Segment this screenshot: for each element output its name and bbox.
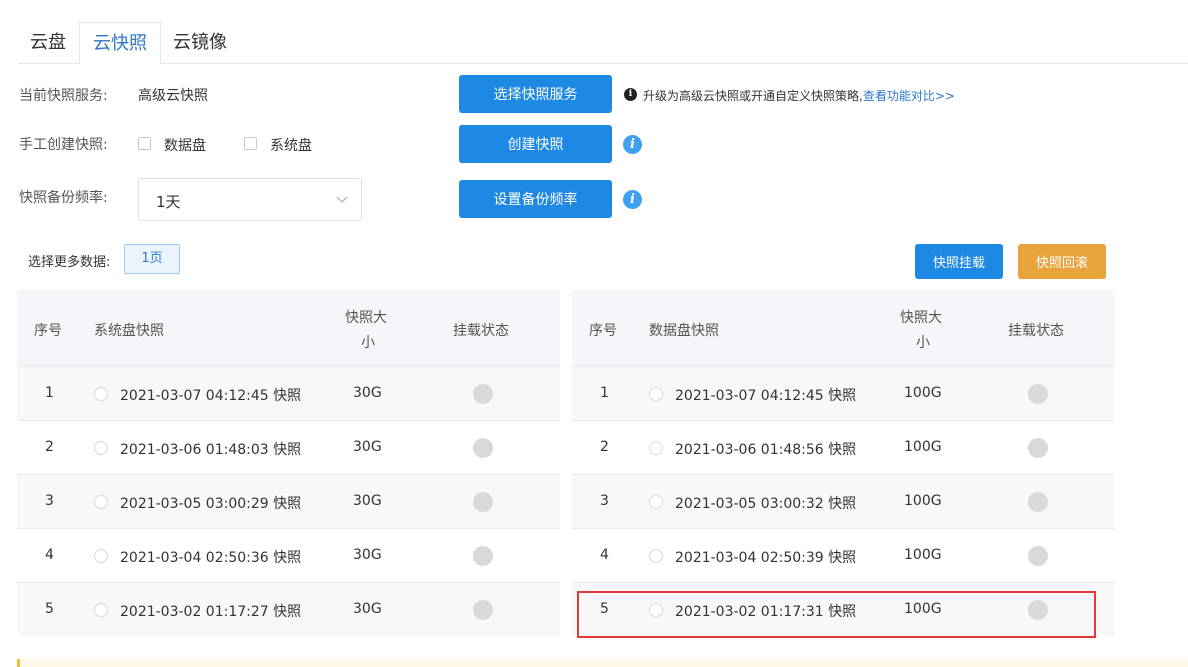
table-row[interactable]: 5 2021-03-02 01:17:27 快照 30G	[17, 582, 560, 636]
backup-frequency-select[interactable]: 1天	[138, 178, 362, 221]
snapshot-size: 30G	[353, 493, 382, 509]
create-snapshot-button[interactable]: 创建快照	[459, 125, 612, 163]
mount-status-indicator	[473, 384, 493, 404]
table-header: 序号 系统盘快照 快照大 小 挂载状态	[17, 290, 560, 366]
row-radio[interactable]	[649, 495, 663, 509]
highlighted-row-outline	[577, 591, 1096, 638]
tab-cloud-snapshot[interactable]: 云快照	[79, 22, 161, 64]
table-row[interactable]: 1 2021-03-07 04:12:45 快照 30G	[17, 366, 560, 420]
snapshot-size: 100G	[904, 385, 942, 401]
snapshot-name: 2021-03-06 01:48:56 快照	[675, 442, 857, 458]
row-index: 4	[45, 547, 54, 563]
snapshot-name: 2021-03-05 03:00:32 快照	[675, 496, 857, 512]
backup-frequency-value: 1天	[156, 193, 181, 211]
snapshot-size: 30G	[353, 385, 382, 401]
col-name-header: 数据盘快照	[649, 323, 719, 339]
info-icon[interactable]: i	[623, 190, 642, 209]
table-row[interactable]: 3 2021-03-05 03:00:29 快照 30G	[17, 474, 560, 528]
col-index-header: 序号	[589, 323, 617, 339]
row-index: 5	[45, 601, 54, 617]
set-backup-frequency-button[interactable]: 设置备份频率	[459, 180, 612, 218]
row-index: 2	[600, 439, 609, 455]
system-disk-option-label: 系统盘	[270, 138, 312, 154]
system-disk-snapshot-table: 序号 系统盘快照 快照大 小 挂载状态 1 2021-03-07 04:12:4…	[17, 290, 560, 637]
row-radio[interactable]	[94, 549, 108, 563]
tab-divider	[18, 63, 1188, 64]
table-row[interactable]: 1 2021-03-07 04:12:45 快照 100G	[572, 366, 1115, 420]
manual-create-label: 手工创建快照:	[19, 137, 108, 153]
snapshot-name: 2021-03-07 04:12:45 快照	[675, 388, 857, 404]
mount-status-indicator	[473, 492, 493, 512]
col-name-header: 系统盘快照	[94, 323, 164, 339]
page-select-button[interactable]: 1页	[124, 244, 180, 274]
snapshot-mount-button[interactable]: 快照挂载	[915, 244, 1003, 279]
snapshot-size: 30G	[353, 547, 382, 563]
row-radio[interactable]	[649, 549, 663, 563]
row-index: 2	[45, 439, 54, 455]
row-radio[interactable]	[94, 603, 108, 617]
row-radio[interactable]	[649, 387, 663, 401]
row-index: 3	[45, 493, 54, 509]
col-size-header: 快照大	[345, 310, 387, 326]
table-row[interactable]: 2 2021-03-06 01:48:56 快照 100G	[572, 420, 1115, 474]
row-index: 3	[600, 493, 609, 509]
snapshot-name: 2021-03-07 04:12:45 快照	[120, 388, 302, 404]
table-header: 序号 数据盘快照 快照大 小 挂载状态	[572, 290, 1115, 366]
row-index: 1	[600, 385, 609, 401]
row-index: 1	[45, 385, 54, 401]
col-size-header: 快照大	[900, 310, 942, 326]
mount-status-indicator	[473, 600, 493, 620]
col-status-header: 挂载状态	[453, 323, 509, 339]
data-disk-option-label: 数据盘	[164, 138, 206, 154]
mount-status-indicator	[473, 438, 493, 458]
col-index-header: 序号	[34, 323, 62, 339]
col-status-header: 挂载状态	[1008, 323, 1064, 339]
row-index: 4	[600, 547, 609, 563]
row-radio[interactable]	[649, 441, 663, 455]
snapshot-name: 2021-03-06 01:48:03 快照	[120, 442, 302, 458]
mount-status-indicator	[1028, 492, 1048, 512]
col-size-header-line2: 小	[361, 335, 375, 351]
tab-cloud-disk[interactable]: 云盘	[18, 22, 78, 64]
mount-status-indicator	[473, 546, 493, 566]
mount-status-indicator	[1028, 384, 1048, 404]
tab-cloud-image[interactable]: 云镜像	[161, 22, 239, 64]
table-row[interactable]: 4 2021-03-04 02:50:36 快照 30G	[17, 528, 560, 582]
table-row[interactable]: 3 2021-03-05 03:00:32 快照 100G	[572, 474, 1115, 528]
snapshot-name: 2021-03-05 03:00:29 快照	[120, 496, 302, 512]
row-radio[interactable]	[94, 441, 108, 455]
data-disk-snapshot-table: 序号 数据盘快照 快照大 小 挂载状态 1 2021-03-07 04:12:4…	[572, 290, 1115, 637]
snapshot-size: 30G	[353, 601, 382, 617]
snapshot-name: 2021-03-04 02:50:39 快照	[675, 550, 857, 566]
current-service-label: 当前快照服务:	[19, 88, 108, 104]
col-size-header-line2: 小	[916, 335, 930, 351]
tab-bar: 云盘 云快照 云镜像	[0, 0, 1188, 64]
snapshot-name: 2021-03-04 02:50:36 快照	[120, 550, 302, 566]
mount-status-indicator	[1028, 438, 1048, 458]
mount-status-indicator	[1028, 546, 1048, 566]
row-radio[interactable]	[94, 495, 108, 509]
snapshot-rollback-button[interactable]: 快照回滚	[1018, 244, 1106, 279]
backup-frequency-label: 快照备份频率:	[19, 190, 108, 206]
system-disk-checkbox[interactable]	[244, 137, 257, 150]
info-icon[interactable]: i	[623, 135, 642, 154]
notice-bar	[17, 659, 1188, 667]
upgrade-tip-text: 升级为高级云快照或开通自定义快照策略,	[643, 89, 863, 103]
table-row[interactable]: 2 2021-03-06 01:48:03 快照 30G	[17, 420, 560, 474]
current-service-value: 高级云快照	[138, 88, 208, 104]
snapshot-size: 100G	[904, 547, 942, 563]
row-radio[interactable]	[94, 387, 108, 401]
select-snapshot-service-button[interactable]: 选择快照服务	[459, 75, 612, 113]
more-data-label: 选择更多数据:	[28, 255, 111, 270]
data-disk-checkbox[interactable]	[138, 137, 151, 150]
snapshot-name: 2021-03-02 01:17:27 快照	[120, 604, 302, 620]
chevron-down-icon	[336, 196, 348, 203]
snapshot-size: 30G	[353, 439, 382, 455]
snapshot-size: 100G	[904, 493, 942, 509]
snapshot-size: 100G	[904, 439, 942, 455]
upgrade-tip: 升级为高级云快照或开通自定义快照策略,查看功能对比>>	[643, 87, 955, 104]
compare-features-link[interactable]: 查看功能对比>>	[863, 89, 955, 103]
info-icon: i	[624, 88, 637, 101]
table-row[interactable]: 4 2021-03-04 02:50:39 快照 100G	[572, 528, 1115, 582]
